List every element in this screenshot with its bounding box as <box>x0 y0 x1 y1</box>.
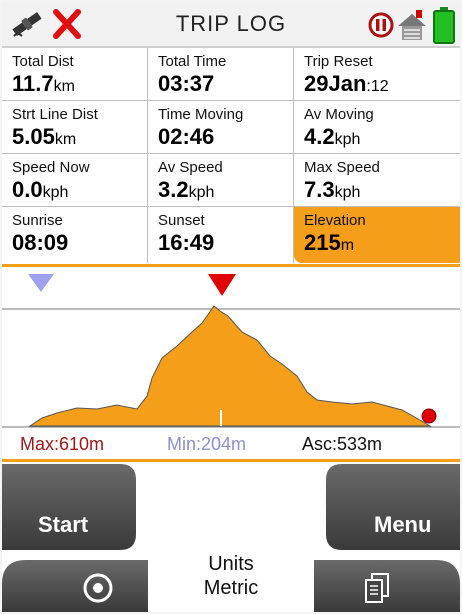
field-value: 08:09 <box>12 230 147 259</box>
menu-button-label[interactable]: Menu <box>374 512 431 538</box>
field-speed-now[interactable]: Speed Now 0.0kph <box>2 154 148 207</box>
field-av-moving[interactable]: Av Moving 4.2kph <box>294 101 460 154</box>
field-label: Speed Now <box>12 159 90 176</box>
header-bar: TRIP LOG <box>2 2 460 48</box>
field-label: Total Dist <box>12 53 74 70</box>
field-label: Total Time <box>158 53 227 70</box>
field-label: Strt Line Dist <box>12 106 98 123</box>
field-value: 7.3kph <box>304 177 460 206</box>
field-value-number: 11.7 <box>12 71 54 96</box>
min-marker-icon <box>28 274 54 292</box>
bottom-controls: Start Menu Units Metric <box>2 464 460 612</box>
field-total-dist[interactable]: Total Dist 11.7km <box>2 48 148 101</box>
field-trip-reset[interactable]: Trip Reset 29Jan:12 <box>294 48 460 101</box>
units-value: Metric <box>203 577 259 599</box>
field-label: Time Moving <box>158 106 244 123</box>
field-label: Sunrise <box>12 212 63 229</box>
field-value-unit: kph <box>334 131 361 148</box>
min-elevation: Min:204m <box>167 434 247 454</box>
current-position-icon <box>421 408 437 424</box>
field-value-number: 215 <box>304 230 341 255</box>
stats-divider <box>2 459 460 462</box>
max-marker-icon <box>208 274 236 296</box>
home-icon[interactable] <box>396 8 428 42</box>
field-value-number: 4.2 <box>304 124 335 149</box>
target-button[interactable] <box>2 560 148 612</box>
field-value-number: 7.3 <box>304 177 335 202</box>
field-value-unit: km <box>54 131 77 148</box>
field-value-number: 02:46 <box>158 124 215 149</box>
trip-fields-grid: Total Dist 11.7km Total Time 03:37 Trip Rese… <box>2 48 460 264</box>
field-label: Av Speed <box>158 159 223 176</box>
grid-divider <box>2 264 460 267</box>
field-value-unit: m <box>340 237 355 254</box>
units-label[interactable]: Units Metric <box>152 552 310 600</box>
field-av-speed[interactable]: Av Speed 3.2kph <box>148 154 294 207</box>
field-sunset[interactable]: Sunset 16:49 <box>148 207 294 263</box>
field-value: 3.2kph <box>158 177 293 206</box>
field-value: 4.2kph <box>304 124 460 153</box>
field-value-unit: kph <box>42 184 69 201</box>
field-time-moving[interactable]: Time Moving 02:46 <box>148 101 294 154</box>
battery-icon <box>433 7 455 44</box>
field-strt-line-dist[interactable]: Strt Line Dist 5.05km <box>2 101 148 154</box>
field-elevation[interactable]: Elevation 215m <box>294 207 460 263</box>
max-elevation: Max:610m <box>20 434 105 454</box>
field-max-speed[interactable]: Max Speed 7.3kph <box>294 154 460 207</box>
field-value: 03:37 <box>158 71 293 100</box>
pause-icon[interactable] <box>368 12 394 38</box>
field-value-number: 16:49 <box>158 230 215 255</box>
field-value: 0.0kph <box>12 177 147 206</box>
field-label: Trip Reset <box>304 53 373 70</box>
field-value-unit: kph <box>334 184 361 201</box>
field-total-time[interactable]: Total Time 03:37 <box>148 48 294 101</box>
field-value-number: 5.05 <box>12 124 55 149</box>
field-value-number: 0.0 <box>12 177 43 202</box>
field-label: Av Moving <box>304 106 374 123</box>
field-value-number: 03:37 <box>158 71 215 96</box>
field-sunrise[interactable]: Sunrise 08:09 <box>2 207 148 263</box>
field-label: Max Speed <box>304 159 380 176</box>
total-ascent: Asc:533m <box>302 434 383 454</box>
field-value-unit: km <box>53 78 75 95</box>
field-value: 29Jan:12 <box>304 71 460 100</box>
field-value-number: 08:09 <box>12 230 69 255</box>
field-value: 11.7km <box>12 71 147 100</box>
field-value: 16:49 <box>158 230 293 259</box>
units-title: Units <box>208 553 254 575</box>
elevation-profile-chart[interactable] <box>2 268 460 428</box>
profile-stats: Max:610m Min:204m Asc:533m <box>2 430 460 458</box>
field-value-number: 3.2 <box>158 177 189 202</box>
start-button-label[interactable]: Start <box>38 512 88 538</box>
field-value-number: 29Jan <box>304 71 367 96</box>
elevation-area <box>28 305 432 427</box>
field-label: Sunset <box>158 212 205 229</box>
field-value: 02:46 <box>158 124 293 153</box>
trip-log-screen: TRIP LOG Total Dist 11.7km Total Time 03:37… <box>2 2 460 612</box>
field-value-unit: :12 <box>366 78 389 95</box>
field-value: 5.05km <box>12 124 147 153</box>
field-value-unit: kph <box>188 184 215 201</box>
field-value: 215m <box>304 230 460 259</box>
field-label: Elevation <box>304 212 366 229</box>
